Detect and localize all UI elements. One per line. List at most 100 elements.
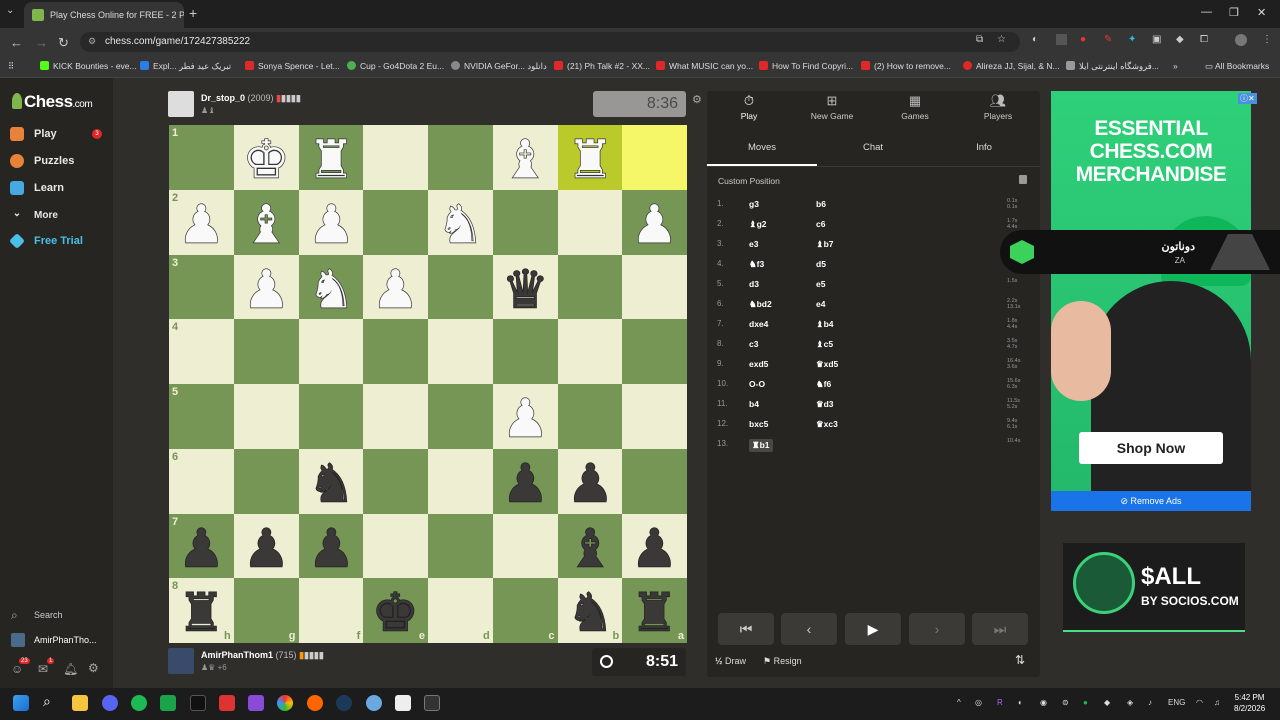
app-icon[interactable] [366,695,382,711]
chess-board[interactable]: 1 ♚ ♜ ♝ ♜ 2 ♟ ♝ ♟ ♞ ♟ 3 ♟ ♞ ♟ ♛ 4 5 ♟ 6 ♞ ♟ ♟ 7 ♟ ♟ ♟ ♝ ♟ 8 h ♜ g f e ♚ d c b ♞… [169,125,687,643]
black-rook-icon[interactable]: ♜ [169,578,234,643]
tray-icon[interactable]: ⊜ [1062,698,1069,707]
last-move-button[interactable]: ⏭ [972,613,1028,645]
square-b4[interactable] [557,319,623,384]
player-avatar[interactable] [168,648,194,674]
app-icon[interactable] [219,695,235,711]
messages-icon[interactable]: ✉ [38,662,48,676]
wifi-icon[interactable]: ◠ [1196,698,1203,707]
extension-icon[interactable] [1056,34,1067,45]
tray-icon[interactable]: ◆ [1104,698,1110,707]
all-bookmarks[interactable]: ▭ All Bookmarks [1205,61,1269,72]
square-g2[interactable]: ♝ [233,189,299,255]
bookmark[interactable]: How To Find Copyri... [759,61,853,71]
white-move[interactable]: O-O [749,379,765,389]
board-settings-icon[interactable]: ⚙ [692,93,702,106]
square-e5[interactable] [363,384,428,449]
white-knight-icon[interactable]: ♞ [428,190,493,255]
extension-icon[interactable]: ✦ [1128,34,1136,45]
bookmark-star-icon[interactable]: ☆ [997,34,1006,45]
square-e6[interactable] [363,448,428,514]
square-a4[interactable] [622,319,687,384]
black-move[interactable]: e4 [816,299,825,309]
next-move-button[interactable]: › [909,613,965,645]
tab-games[interactable]: ▦ Games [880,93,950,121]
square-b2[interactable] [557,189,623,255]
square-e8[interactable]: e ♚ [363,578,428,643]
square-c4[interactable] [492,319,558,384]
tray-icon[interactable]: ◈ [1127,698,1133,707]
square-f4[interactable] [298,319,364,384]
app-icon[interactable] [190,695,206,711]
square-h1[interactable]: 1 [169,125,234,190]
black-pawn-icon[interactable]: ♟ [234,514,299,579]
remove-ads-button[interactable]: ⊘ Remove Ads [1051,491,1251,511]
square-g1[interactable]: ♚ [233,125,299,190]
black-knight-icon[interactable]: ♞ [299,449,364,514]
white-pawn-icon[interactable]: ♟ [622,190,687,255]
subtab-moves[interactable]: Moves [707,142,817,153]
sidebar-username[interactable]: AmirPhanTho... [34,635,97,645]
first-move-button[interactable]: ⏮ [718,613,774,645]
bell-icon[interactable]: 🔔︎ [63,662,78,676]
square-f2[interactable]: ♟ [298,189,364,255]
white-move[interactable]: e3 [749,239,758,249]
square-a1[interactable] [622,125,687,190]
app-icon[interactable] [248,695,264,711]
reload-icon[interactable]: ↻ [58,35,69,51]
volume-icon[interactable]: ♫ [1214,698,1220,707]
forward-icon[interactable]: → [35,35,48,50]
black-queen-icon[interactable]: ♛ [493,255,558,320]
close-window-icon[interactable]: ✕ [1257,6,1266,19]
player-name[interactable]: AmirPhanThom1 (715) ▮▮▮▮▮ [201,650,324,661]
bookmark[interactable]: (2) How to remove... [861,61,951,71]
black-move[interactable]: ♛xd5 [816,359,838,370]
square-d8[interactable]: d [428,578,493,643]
white-pawn-icon[interactable]: ♟ [299,190,364,255]
white-move[interactable]: d3 [749,279,759,289]
site-info-icon[interactable]: ⚙ [88,36,96,47]
white-move[interactable]: bxc5 [749,419,768,429]
square-f6[interactable]: ♞ [298,448,364,514]
square-h5[interactable]: 5 [169,384,234,449]
white-move[interactable]: dxe4 [749,319,768,329]
bookmark[interactable]: Expl... تبریک عید فطر [140,61,231,72]
extension-icon[interactable]: ▣ [1152,34,1161,45]
black-move[interactable]: e5 [816,279,825,289]
bookmark[interactable]: فروشگاه اینترنتی ایلا... [1066,61,1159,72]
sidebar-item-learn[interactable]: Learn [10,181,64,195]
black-move[interactable]: ♝c5 [816,339,833,350]
white-king-icon[interactable]: ♚ [234,125,299,190]
white-move[interactable]: ♞bd2 [749,299,772,310]
firefox-icon[interactable] [307,695,323,711]
white-pawn-icon[interactable]: ♟ [234,255,299,320]
square-f7[interactable]: ♟ [298,513,364,579]
white-knight-icon[interactable]: ♞ [299,255,364,320]
extension-icon[interactable]: ◐ [1032,34,1038,45]
square-e1[interactable] [363,125,428,190]
black-move[interactable]: ♝b4 [816,319,834,330]
square-g3[interactable]: ♟ [233,254,299,320]
square-f3[interactable]: ♞ [298,254,364,320]
square-g5[interactable] [233,384,299,449]
white-bishop-icon[interactable]: ♝ [493,125,558,190]
black-move[interactable]: ♛xc3 [816,419,838,430]
square-b7[interactable]: ♝ [557,513,623,579]
user-avatar[interactable] [11,633,25,647]
white-move[interactable]: b4 [749,399,759,409]
black-pawn-icon[interactable]: ♟ [558,449,623,514]
extensions-puzzle-icon[interactable]: ⧠ [1200,34,1208,45]
white-move[interactable]: ♜b1 [749,439,773,452]
square-d7[interactable] [428,513,493,579]
microphone-icon[interactable]: ♪ [1148,698,1152,707]
black-pawn-icon[interactable]: ♟ [622,514,687,579]
opponent-avatar[interactable] [168,91,194,117]
language-indicator[interactable]: ENG [1168,698,1185,707]
square-a3[interactable] [622,254,687,320]
square-a5[interactable] [622,384,687,449]
black-move[interactable]: ♝b7 [816,239,834,250]
trash-icon[interactable] [1019,175,1027,184]
sidebar-item-play[interactable]: Play [10,127,57,141]
browser-tab[interactable]: Play Chess Online for FREE - 2 P ✕ [24,2,184,28]
square-d5[interactable] [428,384,493,449]
